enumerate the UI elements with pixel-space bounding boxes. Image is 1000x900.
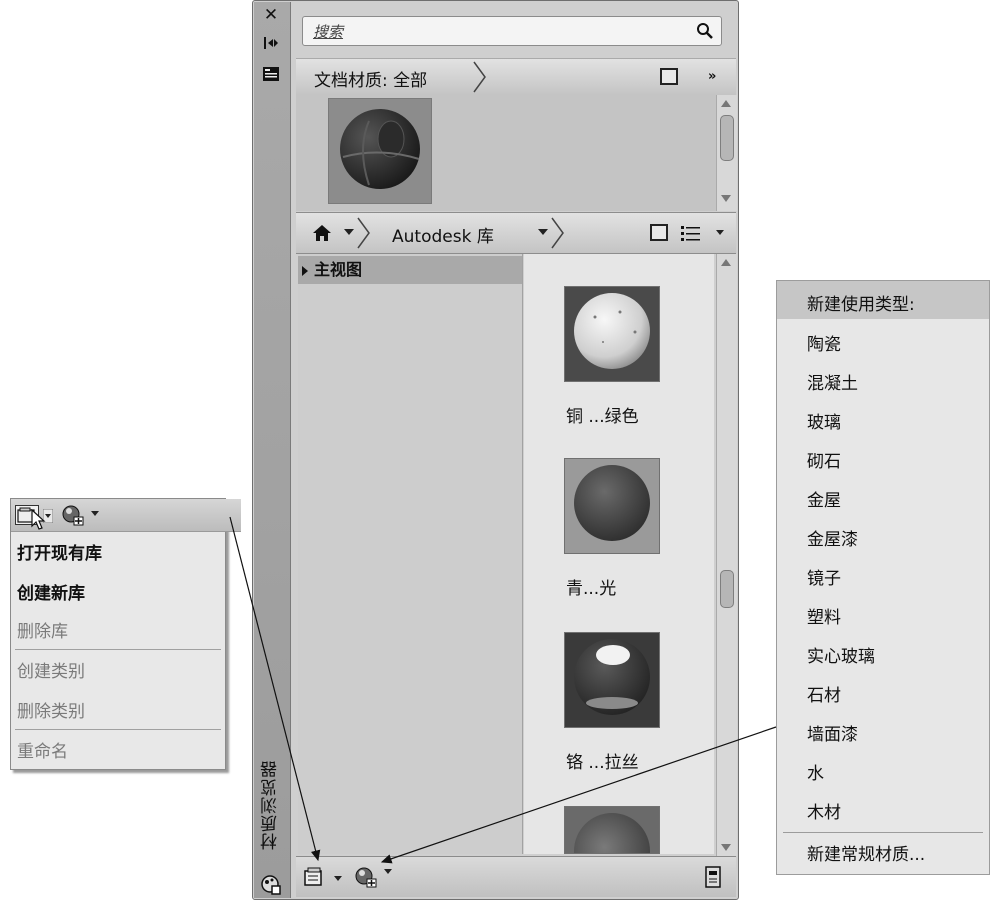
create-material-menu: 新建使用类型: 陶瓷 混凝土 玻璃 砌石 金屋 金屋漆 镜子 塑料 实心玻璃 石…	[776, 280, 990, 875]
menu-separator	[15, 649, 221, 650]
tree-item-home-view[interactable]: 主视图	[298, 256, 522, 284]
search-placeholder: 搜索	[313, 23, 344, 41]
menu-separator	[15, 729, 221, 730]
library-materials-scrollbar[interactable]	[716, 254, 737, 856]
create-material-icon[interactable]	[61, 504, 87, 526]
menu-item-new-generic-material[interactable]: 新建常规材质...	[807, 840, 925, 865]
view-toggle-button[interactable]	[650, 224, 668, 241]
menu-item-open-library[interactable]: 打开现有库	[17, 539, 102, 564]
scroll-thumb[interactable]	[720, 570, 734, 608]
chevron-right-icon	[473, 61, 486, 93]
chevron-down-icon[interactable]	[716, 230, 724, 236]
menu-item-concrete[interactable]: 混凝土	[807, 369, 858, 394]
home-icon[interactable]	[312, 224, 332, 242]
scroll-up-icon[interactable]	[721, 100, 731, 107]
menu-item-wall-paint[interactable]: 墙面漆	[807, 720, 858, 745]
library-material-grid: 铜 ...绿色 青...光 铬 ...拉丝	[524, 254, 714, 854]
create-material-icon[interactable]	[354, 866, 378, 888]
menu-item-masonry[interactable]: 砌石	[807, 447, 841, 472]
palette-title: 材质浏览器	[261, 760, 281, 850]
library-tree: 主视图	[298, 254, 523, 854]
menu-toolbar	[11, 499, 241, 532]
menu-item-rename: 重命名	[17, 742, 68, 762]
more-options-icon[interactable]: »	[708, 69, 716, 84]
document-materials-filter[interactable]: 文档材质: 全部	[314, 66, 427, 91]
menu-item-metal[interactable]: 金屋	[807, 486, 841, 511]
material-label: 铜 ...绿色	[566, 407, 639, 427]
search-icon[interactable]	[695, 21, 715, 41]
document-materials-scrollbar[interactable]	[716, 95, 737, 211]
chevron-down-icon[interactable]	[91, 511, 99, 517]
material-swatch[interactable]	[564, 632, 660, 728]
menu-item-glazing[interactable]: 玻璃	[807, 408, 841, 433]
menu-item-stone[interactable]: 石材	[807, 681, 841, 706]
menu-item-delete-category: 删除类别	[17, 702, 85, 722]
menu-item-wood[interactable]: 木材	[807, 798, 841, 823]
library-name[interactable]: Autodesk 库	[392, 222, 494, 247]
material-label: 铬 ...拉丝	[566, 753, 639, 773]
chevron-right-icon	[551, 217, 564, 249]
chevron-down-icon[interactable]	[384, 869, 392, 875]
chevron-down-icon[interactable]	[538, 229, 548, 237]
document-materials-bar: 文档材质: 全部 »	[296, 58, 736, 96]
menu-header-label: 新建使用类型:	[807, 295, 915, 315]
library-manage-icon[interactable]	[304, 867, 326, 887]
expand-icon[interactable]	[302, 266, 308, 276]
document-material-swatch[interactable]	[328, 98, 432, 204]
mouse-cursor-icon	[31, 509, 46, 530]
menu-item-ceramic[interactable]: 陶瓷	[807, 330, 841, 355]
library-management-menu: 打开现有库 创建新库 删除库 创建类别 删除类别 重命名	[10, 498, 241, 770]
menu-item-mirror[interactable]: 镜子	[807, 564, 841, 589]
chevron-down-icon[interactable]	[344, 229, 354, 237]
palette-bottom-toolbar	[296, 856, 736, 897]
menu-item-metallic-paint[interactable]: 金屋漆	[807, 525, 858, 550]
palette-title-strip: ✕ 材质浏览器	[254, 2, 291, 898]
chevron-down-icon[interactable]	[334, 876, 342, 882]
close-icon[interactable]: ✕	[262, 6, 280, 24]
library-bar: Autodesk 库	[296, 212, 736, 254]
menu-item-solid-glass[interactable]: 实心玻璃	[807, 642, 875, 667]
menu-item-create-category: 创建类别	[17, 662, 85, 682]
chevron-right-icon	[357, 217, 370, 249]
material-editor-icon[interactable]	[704, 866, 722, 888]
material-swatch[interactable]	[564, 458, 660, 554]
menu-item-plastic[interactable]: 塑料	[807, 603, 841, 628]
scroll-down-icon[interactable]	[721, 844, 731, 851]
tree-item-label: 主视图	[314, 260, 363, 279]
menu-separator	[783, 832, 983, 833]
menu-item-delete-library: 删除库	[17, 622, 68, 642]
materials-palette-icon	[260, 874, 282, 895]
scroll-thumb[interactable]	[720, 115, 734, 161]
auto-hide-icon[interactable]	[262, 34, 280, 52]
search-input[interactable]: 搜索	[302, 16, 722, 46]
scroll-up-icon[interactable]	[721, 259, 731, 266]
scroll-down-icon[interactable]	[721, 195, 731, 202]
menu-item-water[interactable]: 水	[807, 759, 824, 784]
material-label: 青...光	[566, 579, 617, 599]
material-swatch[interactable]	[564, 806, 660, 854]
menu-item-create-library[interactable]: 创建新库	[17, 579, 85, 604]
list-view-icon[interactable]	[680, 224, 702, 242]
view-toggle-button[interactable]	[660, 68, 678, 85]
material-swatch[interactable]	[564, 286, 660, 382]
properties-icon[interactable]	[262, 66, 280, 84]
